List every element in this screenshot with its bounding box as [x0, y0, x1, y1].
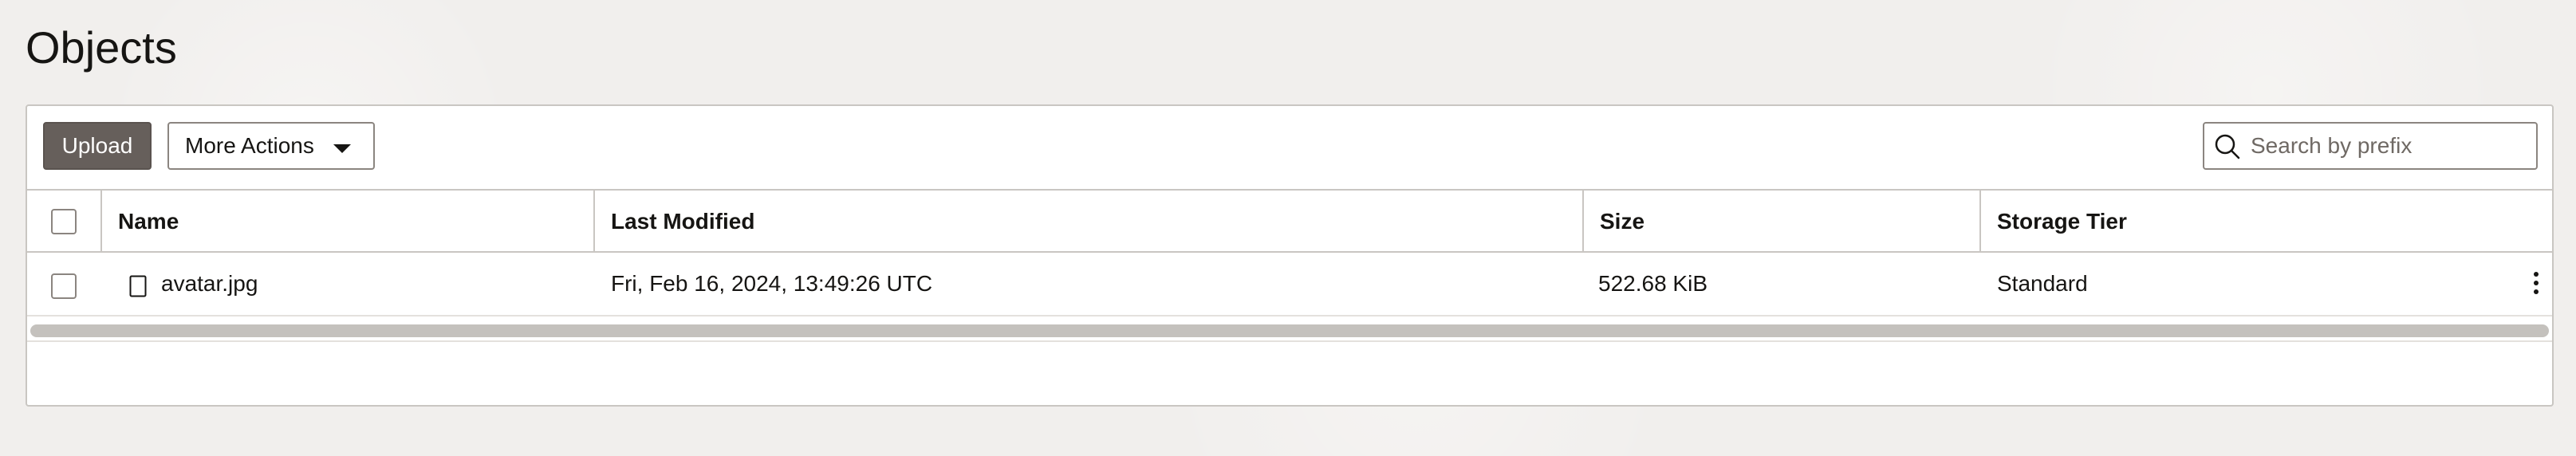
object-name[interactable]: avatar.jpg [161, 253, 258, 315]
column-header-storage-tier[interactable]: Storage Tier [1981, 191, 2127, 253]
objects-table: Name Last Modified Size Storage Tier ava… [27, 189, 2552, 316]
horizontal-scrollbar[interactable] [27, 318, 2552, 342]
toolbar: Upload More Actions [27, 106, 2552, 189]
row-checkbox[interactable] [51, 273, 77, 299]
table-row[interactable]: avatar.jpg Fri, Feb 16, 2024, 13:49:26 U… [27, 253, 2552, 316]
last-modified: Fri, Feb 16, 2024, 13:49:26 UTC [611, 271, 933, 296]
search-icon [2215, 134, 2240, 159]
storage-tier: Standard [1997, 271, 2088, 296]
file-icon [129, 275, 147, 297]
select-all-checkbox[interactable] [51, 209, 77, 234]
scrollbar-thumb[interactable] [30, 324, 2549, 337]
column-header-name[interactable]: Name [102, 191, 179, 253]
more-actions-button[interactable]: More Actions [167, 122, 375, 170]
table-header: Name Last Modified Size Storage Tier [27, 189, 2552, 253]
search-input[interactable] [2249, 124, 2530, 168]
page-title: Objects [26, 22, 177, 73]
column-header-size[interactable]: Size [1584, 191, 1644, 253]
more-actions-label: More Actions [185, 133, 314, 158]
object-size: 522.68 KiB [1598, 271, 1707, 296]
row-actions-icon[interactable] [2527, 267, 2546, 299]
upload-button[interactable]: Upload [43, 122, 152, 170]
column-header-last-modified[interactable]: Last Modified [595, 191, 754, 253]
search-box[interactable] [2203, 122, 2538, 170]
objects-panel: Upload More Actions Name Last Modified S… [26, 104, 2554, 407]
caret-down-icon [333, 144, 351, 153]
